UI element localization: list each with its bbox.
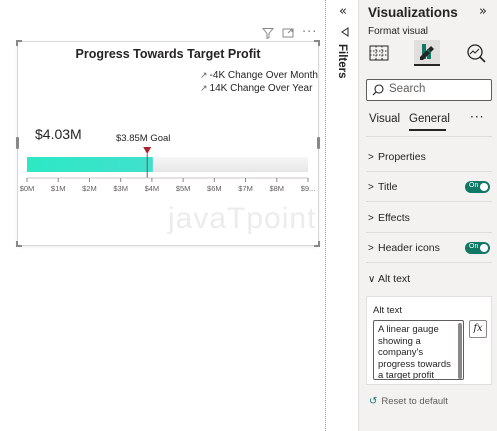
active-tab-indicator bbox=[409, 129, 446, 131]
more-options-icon[interactable]: ··· bbox=[302, 26, 317, 39]
more-options-icon[interactable]: ··· bbox=[470, 110, 484, 124]
toggle-knob bbox=[480, 244, 488, 252]
chevron-right-icon: > bbox=[368, 152, 374, 163]
expand-pane-icon[interactable]: » bbox=[479, 4, 487, 19]
reset-to-default-button[interactable]: ↺ Reset to default bbox=[369, 396, 448, 407]
alt-text-input[interactable]: A linear gauge showing a company's progr… bbox=[373, 320, 464, 380]
reset-icon: ↺ bbox=[369, 396, 378, 407]
section-label: Title bbox=[378, 181, 398, 193]
section-title[interactable]: > Title bbox=[368, 181, 397, 193]
gauge-tick-label: $8M bbox=[269, 184, 284, 193]
header-icons-toggle[interactable]: On bbox=[465, 242, 490, 254]
report-canvas: ··· Progress Towards Target Profit ↗ -4K … bbox=[0, 0, 333, 431]
search-icon bbox=[372, 84, 384, 96]
filter-icon[interactable] bbox=[261, 27, 275, 41]
title-toggle[interactable]: On bbox=[465, 181, 490, 193]
gauge-tick-label: $9... bbox=[301, 184, 316, 193]
gauge-tick-label: $6M bbox=[207, 184, 222, 193]
gauge-value-bar bbox=[27, 157, 153, 172]
section-label: Properties bbox=[378, 151, 426, 163]
chevron-right-icon: > bbox=[368, 213, 374, 224]
chevron-down-icon: ∨ bbox=[368, 274, 376, 285]
gauge-tick-label: $2M bbox=[82, 184, 97, 193]
toggle-label: On bbox=[469, 243, 479, 250]
watermark: javaTpoint bbox=[168, 202, 317, 235]
gauge-tick-label: $3M bbox=[113, 184, 128, 193]
analytics-button[interactable] bbox=[463, 40, 489, 66]
conditional-formatting-button[interactable]: fx bbox=[469, 320, 487, 338]
divider bbox=[366, 171, 492, 172]
divider bbox=[366, 232, 492, 233]
filter-pane-icon bbox=[340, 27, 350, 40]
focus-mode-icon[interactable] bbox=[282, 27, 294, 41]
alt-text-card: Alt text A linear gauge showing a compan… bbox=[366, 296, 492, 385]
section-header-icons[interactable]: > Header icons bbox=[368, 242, 440, 254]
scrollbar[interactable] bbox=[458, 323, 462, 379]
gauge-tick-label: $1M bbox=[51, 184, 66, 193]
visualizations-pane: Visualizations » Format visual Search Vi… bbox=[358, 0, 497, 431]
analytics-icon bbox=[467, 44, 486, 63]
build-visual-button[interactable] bbox=[366, 40, 392, 66]
tab-general[interactable]: General bbox=[409, 113, 450, 125]
gauge-value-label: $4.03M bbox=[35, 126, 82, 142]
toggle-knob bbox=[480, 183, 488, 191]
alt-text-value: A linear gauge showing a company's progr… bbox=[378, 324, 451, 380]
divider bbox=[366, 136, 492, 137]
gauge-tick-label: $0M bbox=[20, 184, 35, 193]
search-placeholder: Search bbox=[389, 83, 426, 95]
section-properties[interactable]: > Properties bbox=[368, 151, 426, 163]
section-effects[interactable]: > Effects bbox=[368, 212, 410, 224]
build-visual-icon bbox=[369, 45, 389, 61]
gauge-tick-label: $4M bbox=[145, 184, 160, 193]
format-visual-button[interactable] bbox=[414, 40, 440, 66]
chevron-right-icon: > bbox=[368, 243, 374, 254]
toggle-label: On bbox=[469, 182, 479, 189]
gauge-tick-label: $5M bbox=[176, 184, 191, 193]
section-label: Alt text bbox=[378, 273, 411, 285]
chevron-right-icon: > bbox=[368, 182, 374, 193]
format-visual-label: Format visual bbox=[368, 26, 429, 37]
divider bbox=[366, 201, 492, 202]
search-input[interactable]: Search bbox=[366, 79, 492, 101]
gauge-goal-marker bbox=[143, 147, 152, 154]
visualizations-title: Visualizations bbox=[368, 5, 458, 20]
section-label: Header icons bbox=[378, 242, 440, 254]
collapse-filters-icon[interactable]: « bbox=[339, 4, 347, 19]
canvas-divider bbox=[325, 0, 326, 431]
section-label: Effects bbox=[378, 212, 410, 224]
reset-label: Reset to default bbox=[381, 396, 448, 407]
format-visual-icon bbox=[420, 44, 434, 60]
divider bbox=[366, 262, 492, 263]
filters-label[interactable]: Filters bbox=[336, 44, 348, 79]
gauge-goal-label: $3.85M Goal bbox=[116, 133, 170, 144]
section-alt-text[interactable]: ∨ Alt text bbox=[368, 273, 410, 285]
filters-pane[interactable]: « Filters bbox=[333, 0, 358, 431]
alt-text-label: Alt text bbox=[373, 305, 403, 316]
tab-visual[interactable]: Visual bbox=[369, 113, 400, 125]
gauge-tick-label: $7M bbox=[238, 184, 253, 193]
